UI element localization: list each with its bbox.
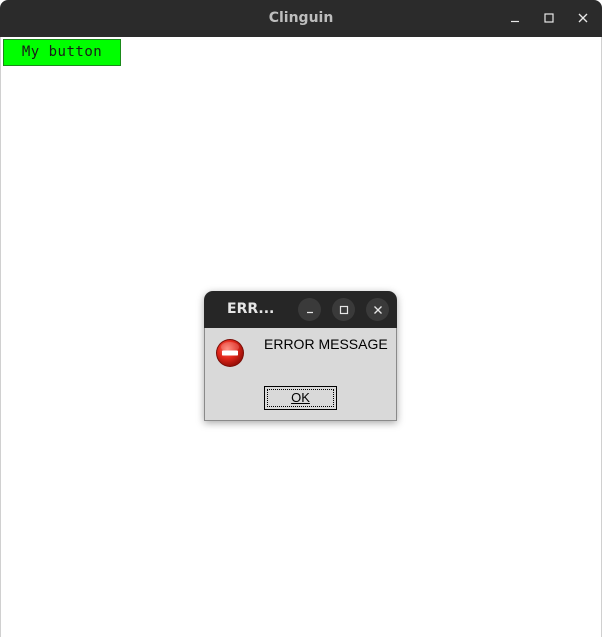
close-button[interactable] — [571, 6, 595, 30]
dialog-minimize-button[interactable] — [298, 298, 321, 321]
ok-button[interactable]: OK — [264, 386, 337, 410]
dialog-maximize-button[interactable] — [332, 298, 355, 321]
my-button[interactable]: My button — [3, 39, 121, 66]
minimize-icon — [511, 20, 519, 23]
window-titlebar[interactable]: Clinguin — [0, 0, 602, 37]
dialog-title: ERR... — [227, 301, 275, 317]
maximize-button[interactable] — [537, 6, 561, 30]
error-message: ERROR MESSAGE — [264, 336, 388, 352]
minimize-button[interactable] — [503, 6, 527, 30]
error-stop-icon — [216, 339, 244, 367]
ok-button-label: OK — [291, 390, 310, 405]
error-dialog: ERR... ERROR MESSAGE OK — [204, 291, 397, 421]
dialog-close-button[interactable] — [366, 298, 389, 321]
minimize-icon — [306, 311, 313, 313]
dialog-titlebar[interactable]: ERR... — [204, 291, 397, 328]
close-icon — [578, 13, 588, 23]
maximize-icon — [339, 305, 348, 314]
close-icon — [373, 305, 382, 314]
dialog-body: ERROR MESSAGE OK — [204, 328, 397, 421]
maximize-icon — [544, 13, 554, 23]
